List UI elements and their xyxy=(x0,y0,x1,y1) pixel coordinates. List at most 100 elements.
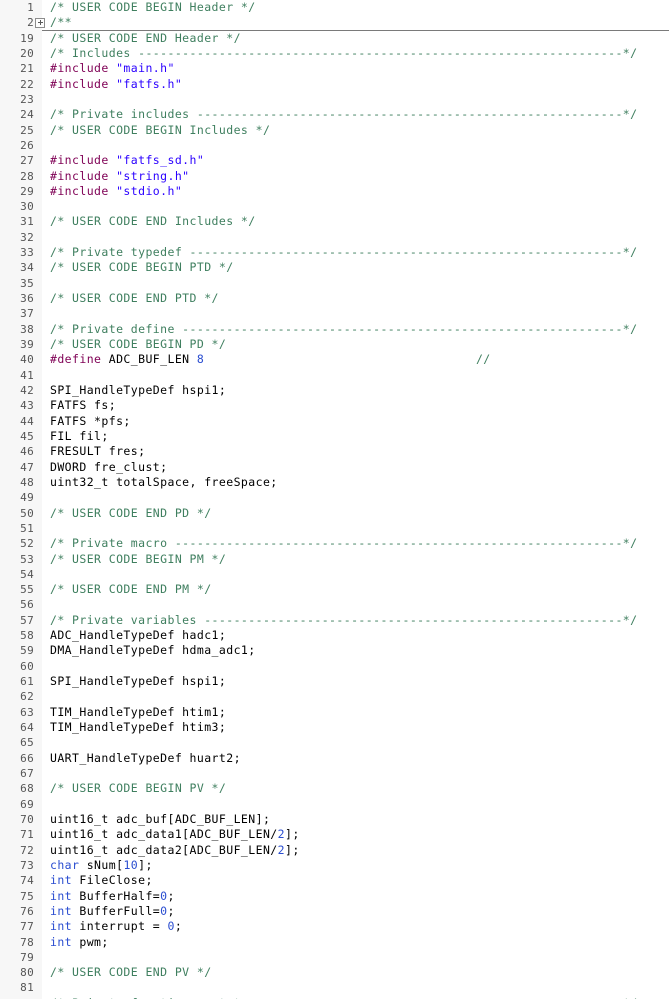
code-line[interactable]: 56 xyxy=(0,597,669,612)
code-line[interactable]: 70 uint16_t adc_buf[ADC_BUF_LEN]; xyxy=(0,812,669,827)
code-line[interactable]: 71 uint16_t adc_data1[ADC_BUF_LEN/2]; xyxy=(0,827,669,842)
code-line[interactable]: 26 xyxy=(0,138,669,153)
code-line[interactable]: 80 /* USER CODE END PV */ xyxy=(0,965,669,980)
code-line[interactable]: 29 #include "stdio.h" xyxy=(0,184,669,199)
code-line[interactable]: 49 xyxy=(0,490,669,505)
code-text: /* Private define ----------------------… xyxy=(50,322,638,337)
plus-box-icon[interactable] xyxy=(35,17,45,28)
line-number: 38 xyxy=(20,322,34,336)
code-text: FIL fil; xyxy=(50,429,109,444)
code-text: /* USER CODE END Includes */ xyxy=(50,214,256,229)
token-cmt: /* Private define ----------------------… xyxy=(50,321,638,336)
code-line[interactable]: 27 #include "fatfs_sd.h" xyxy=(0,153,669,168)
code-line[interactable]: 63 TIM_HandleTypeDef htim1; xyxy=(0,705,669,720)
code-line[interactable]: 51 xyxy=(0,521,669,536)
code-line[interactable]: 74 int FileClose; xyxy=(0,873,669,888)
code-line[interactable]: 32 xyxy=(0,230,669,245)
code-line[interactable]: 62 xyxy=(0,689,669,704)
code-line[interactable]: 53 /* USER CODE BEGIN PM */ xyxy=(0,552,669,567)
code-line[interactable]: 21 #include "main.h" xyxy=(0,61,669,76)
code-line[interactable]: 1 /* USER CODE BEGIN Header */ xyxy=(0,0,669,15)
code-line[interactable]: 69 xyxy=(0,797,669,812)
code-line[interactable]: 75 int BufferHalf=0; xyxy=(0,889,669,904)
token-str: "string.h" xyxy=(116,168,190,183)
code-line[interactable]: 22 #include "fatfs.h" xyxy=(0,77,669,92)
code-line[interactable]: 65 xyxy=(0,735,669,750)
code-line[interactable]: 73 char sNum[10]; xyxy=(0,858,669,873)
code-line[interactable]: 60 xyxy=(0,659,669,674)
code-line[interactable]: 57 /* Private variables -----------------… xyxy=(0,613,669,628)
code-line[interactable]: 52 /* Private macro ---------------------… xyxy=(0,536,669,551)
code-line[interactable]: 50 /* USER CODE END PD */ xyxy=(0,506,669,521)
code-line[interactable]: 58 ADC_HandleTypeDef hadc1; xyxy=(0,628,669,643)
line-number: 55 xyxy=(20,583,34,597)
line-number: 32 xyxy=(20,230,34,244)
token-txt: ]; xyxy=(285,842,300,857)
code-line[interactable]: 43 FATFS fs; xyxy=(0,398,669,413)
code-line[interactable]: 61 SPI_HandleTypeDef hspi1; xyxy=(0,674,669,689)
code-line[interactable]: 41 xyxy=(0,368,669,383)
token-txt: FileClose; xyxy=(72,873,153,888)
line-number: 20 xyxy=(20,46,34,60)
token-txt: ]; xyxy=(285,827,300,842)
code-text: SPI_HandleTypeDef hspi1; xyxy=(50,383,226,398)
code-line[interactable]: 78 int pwm; xyxy=(0,935,669,950)
code-editor[interactable]: 1 /* USER CODE BEGIN Header */ 2 /** 19 /* US… xyxy=(0,0,669,999)
token-txt: TIM_HandleTypeDef htim1; xyxy=(50,704,227,719)
token-num: 10 xyxy=(123,857,139,872)
code-line[interactable]: 42 SPI_HandleTypeDef hspi1; xyxy=(0,383,669,398)
code-line[interactable]: 44 FATFS *pfs; xyxy=(0,414,669,429)
code-line[interactable]: 30 xyxy=(0,199,669,214)
code-line[interactable]: 47 DWORD fre_clust; xyxy=(0,460,669,475)
code-line[interactable]: 34 /* USER CODE BEGIN PTD */ xyxy=(0,260,669,275)
code-line[interactable]: 40 #define ADC_BUF_LEN 8 // xyxy=(0,352,669,367)
code-line[interactable]: 81 xyxy=(0,980,669,995)
code-line[interactable]: 72 uint16_t adc_data2[ADC_BUF_LEN/2]; xyxy=(0,843,669,858)
code-line[interactable]: 55 /* USER CODE END PM */ xyxy=(0,582,669,597)
code-line[interactable]: 25 /* USER CODE BEGIN Includes */ xyxy=(0,123,669,138)
code-line[interactable]: 54 xyxy=(0,567,669,582)
code-line[interactable]: 24 /* Private includes ------------------… xyxy=(0,107,669,122)
code-line[interactable]: 48 uint32_t totalSpace, freeSpace; xyxy=(0,475,669,490)
token-pre: #define xyxy=(50,352,102,367)
line-number: 40 xyxy=(20,353,34,367)
line-number: 54 xyxy=(20,567,34,581)
line-number: 52 xyxy=(20,537,34,551)
code-line[interactable]: 67 xyxy=(0,766,669,781)
code-line[interactable]: 37 xyxy=(0,306,669,321)
code-line[interactable]: 19 /* USER CODE END Header */ xyxy=(0,31,669,46)
code-line[interactable]: 76 int BufferFull=0; xyxy=(0,904,669,919)
code-text: /* USER CODE BEGIN PTD */ xyxy=(50,260,234,275)
token-num: 2 xyxy=(277,842,285,857)
code-text: DWORD fre_clust; xyxy=(50,460,168,475)
code-line[interactable]: 39 /* USER CODE BEGIN PD */ xyxy=(0,337,669,352)
token-txt: ; xyxy=(167,888,175,903)
line-number: 57 xyxy=(20,613,34,627)
code-line[interactable]: 35 xyxy=(0,276,669,291)
code-line[interactable]: 38 /* Private define --------------------… xyxy=(0,322,669,337)
code-line[interactable]: 64 TIM_HandleTypeDef htim3; xyxy=(0,720,669,735)
code-line[interactable]: 31 /* USER CODE END Includes */ xyxy=(0,214,669,229)
code-line[interactable]: 79 xyxy=(0,950,669,965)
code-text: ADC_HandleTypeDef hadc1; xyxy=(50,628,226,643)
code-line[interactable]: 45 FIL fil; xyxy=(0,429,669,444)
code-line[interactable]: 77 int interrupt = 0; xyxy=(0,919,669,934)
code-line[interactable]: 68 /* USER CODE BEGIN PV */ xyxy=(0,781,669,796)
token-cmt: /** xyxy=(50,15,73,30)
line-number: 59 xyxy=(20,644,34,658)
code-line[interactable]: 33 /* Private typedef -------------------… xyxy=(0,245,669,260)
token-txt: FIL fil; xyxy=(50,428,109,443)
code-line[interactable]: 46 FRESULT fres; xyxy=(0,444,669,459)
code-line[interactable]: 28 #include "string.h" xyxy=(0,169,669,184)
code-line[interactable]: 23 xyxy=(0,92,669,107)
code-text: UART_HandleTypeDef huart2; xyxy=(50,751,241,766)
code-text: /* USER CODE END PTD */ xyxy=(50,291,219,306)
line-number: 53 xyxy=(20,552,34,566)
line-number: 45 xyxy=(20,429,34,443)
code-line[interactable]: 20 /* Includes --------------------------… xyxy=(0,46,669,61)
code-line[interactable]: 59 DMA_HandleTypeDef hdma_adc1; xyxy=(0,643,669,658)
code-line[interactable]: 66 UART_HandleTypeDef huart2; xyxy=(0,751,669,766)
token-cmt: /* USER CODE BEGIN PV */ xyxy=(50,781,227,796)
code-line[interactable]: 2 /** xyxy=(0,15,669,31)
code-line[interactable]: 36 /* USER CODE END PTD */ xyxy=(0,291,669,306)
